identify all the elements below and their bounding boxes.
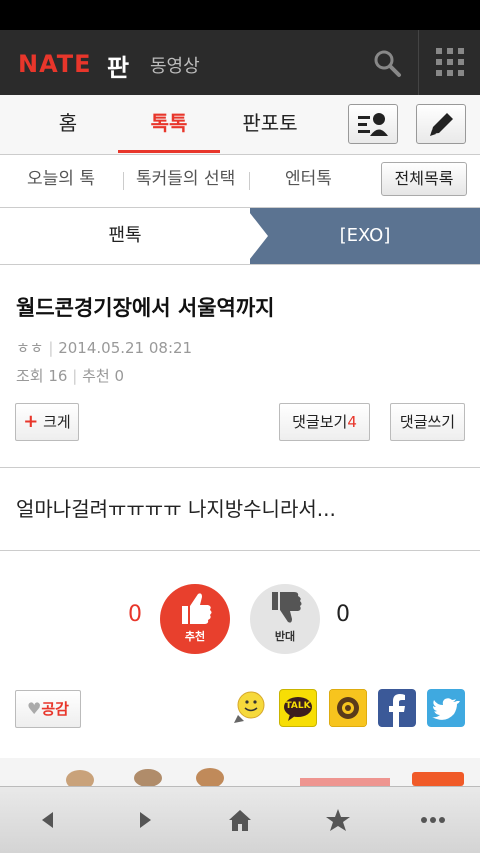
post-meta-author-date: ㅎㅎ | 2014.05.21 08:21	[16, 339, 193, 357]
subnav-enter-talk[interactable]: 엔터톡	[285, 155, 332, 203]
post-author[interactable]: ㅎㅎ	[16, 339, 44, 357]
enlarge-text-button[interactable]: + 크게	[15, 403, 79, 441]
enlarge-text-label: 크게	[43, 413, 71, 431]
my-list-button[interactable]	[348, 104, 398, 144]
upvote-label: 추천	[184, 630, 206, 643]
breadcrumb-exo[interactable]: [EXO]	[250, 208, 480, 264]
subnav-talkers-choice[interactable]: 톡커들의 선택	[136, 155, 235, 203]
bookmark-star-icon[interactable]	[323, 805, 353, 835]
home-icon[interactable]	[225, 805, 255, 835]
pan-logo[interactable]: 판	[107, 48, 129, 83]
breadcrumb-arrow	[246, 208, 268, 264]
post-body: 얼마나걸려ㅠㅠㅠㅠ 나지방수니라서...	[16, 497, 336, 521]
twitter-share-icon[interactable]	[427, 689, 465, 727]
kakaotalk-label: TALK	[285, 701, 311, 711]
more-options-icon[interactable]	[418, 805, 448, 835]
forward-icon[interactable]	[130, 805, 160, 835]
recommend-label: 추천	[82, 367, 110, 385]
upvote-count: 0	[128, 602, 142, 627]
post-meta-stats: 조회 16 | 추천 0	[16, 367, 125, 385]
sub-navigation: 오늘의 톡 톡커들의 선택 엔터톡 전체목록	[0, 155, 480, 208]
downvote-label: 반대	[274, 630, 296, 643]
divider	[0, 550, 480, 551]
header-divider	[418, 30, 419, 95]
heart-icon: ♥	[27, 699, 42, 718]
ad-product-images	[66, 768, 464, 786]
main-tabs: 홈 톡톡 판포토	[0, 95, 480, 155]
views-count: 16	[48, 367, 68, 385]
list-user-icon	[358, 113, 388, 136]
nate-logo[interactable]: NATE	[18, 50, 92, 78]
all-list-button[interactable]: 전체목록	[381, 162, 467, 196]
view-comments-button[interactable]: 댓글보기4	[279, 403, 370, 441]
grid-menu-icon[interactable]	[436, 48, 464, 76]
post-date: 2014.05.21 08:21	[58, 339, 193, 357]
subnav-today-talk[interactable]: 오늘의 톡	[27, 155, 95, 203]
view-comments-label: 댓글보기	[292, 413, 348, 431]
upvote-button[interactable]: 추천	[160, 584, 230, 654]
subnav-separator	[123, 172, 124, 190]
post-title: 월드콘경기장에서 서울역까지	[16, 296, 275, 320]
empathy-label: 공감	[41, 700, 69, 718]
recommend-count: 0	[114, 367, 125, 385]
plus-icon: +	[23, 411, 39, 432]
facebook-share-icon[interactable]	[378, 689, 416, 727]
app-header: NATE 판 동영상	[0, 30, 480, 95]
breadcrumb: 팬톡 [EXO]	[0, 208, 480, 265]
thumbs-up-icon	[182, 593, 212, 624]
kakaotalk-share-button[interactable]: TALK	[279, 689, 317, 727]
back-icon[interactable]	[33, 805, 63, 835]
write-post-button[interactable]	[416, 104, 466, 144]
video-link[interactable]: 동영상	[150, 52, 200, 78]
comment-count: 4	[347, 413, 357, 431]
divider	[0, 467, 480, 468]
advertisement-banner[interactable]	[0, 758, 480, 786]
thumbs-down-icon	[272, 592, 302, 623]
downvote-button[interactable]: 반대	[250, 584, 320, 654]
tab-panphoto[interactable]: 판포토	[222, 95, 318, 153]
tab-toktok[interactable]: 톡톡	[118, 95, 220, 153]
kakaostory-share-icon[interactable]	[329, 689, 367, 727]
subnav-separator	[249, 172, 250, 190]
empathy-button[interactable]: ♥공감	[15, 690, 81, 728]
write-comment-button[interactable]: 댓글쓰기	[390, 403, 465, 441]
downvote-count: 0	[336, 602, 350, 627]
search-icon[interactable]	[372, 48, 402, 78]
browser-toolbar	[0, 786, 480, 853]
breadcrumb-fantalk[interactable]: 팬톡	[0, 208, 250, 264]
pencil-icon	[430, 113, 453, 136]
status-bar	[0, 0, 480, 30]
smile-emoticon-icon[interactable]	[230, 689, 268, 727]
tab-home[interactable]: 홈	[20, 95, 116, 153]
views-label: 조회	[16, 367, 44, 385]
